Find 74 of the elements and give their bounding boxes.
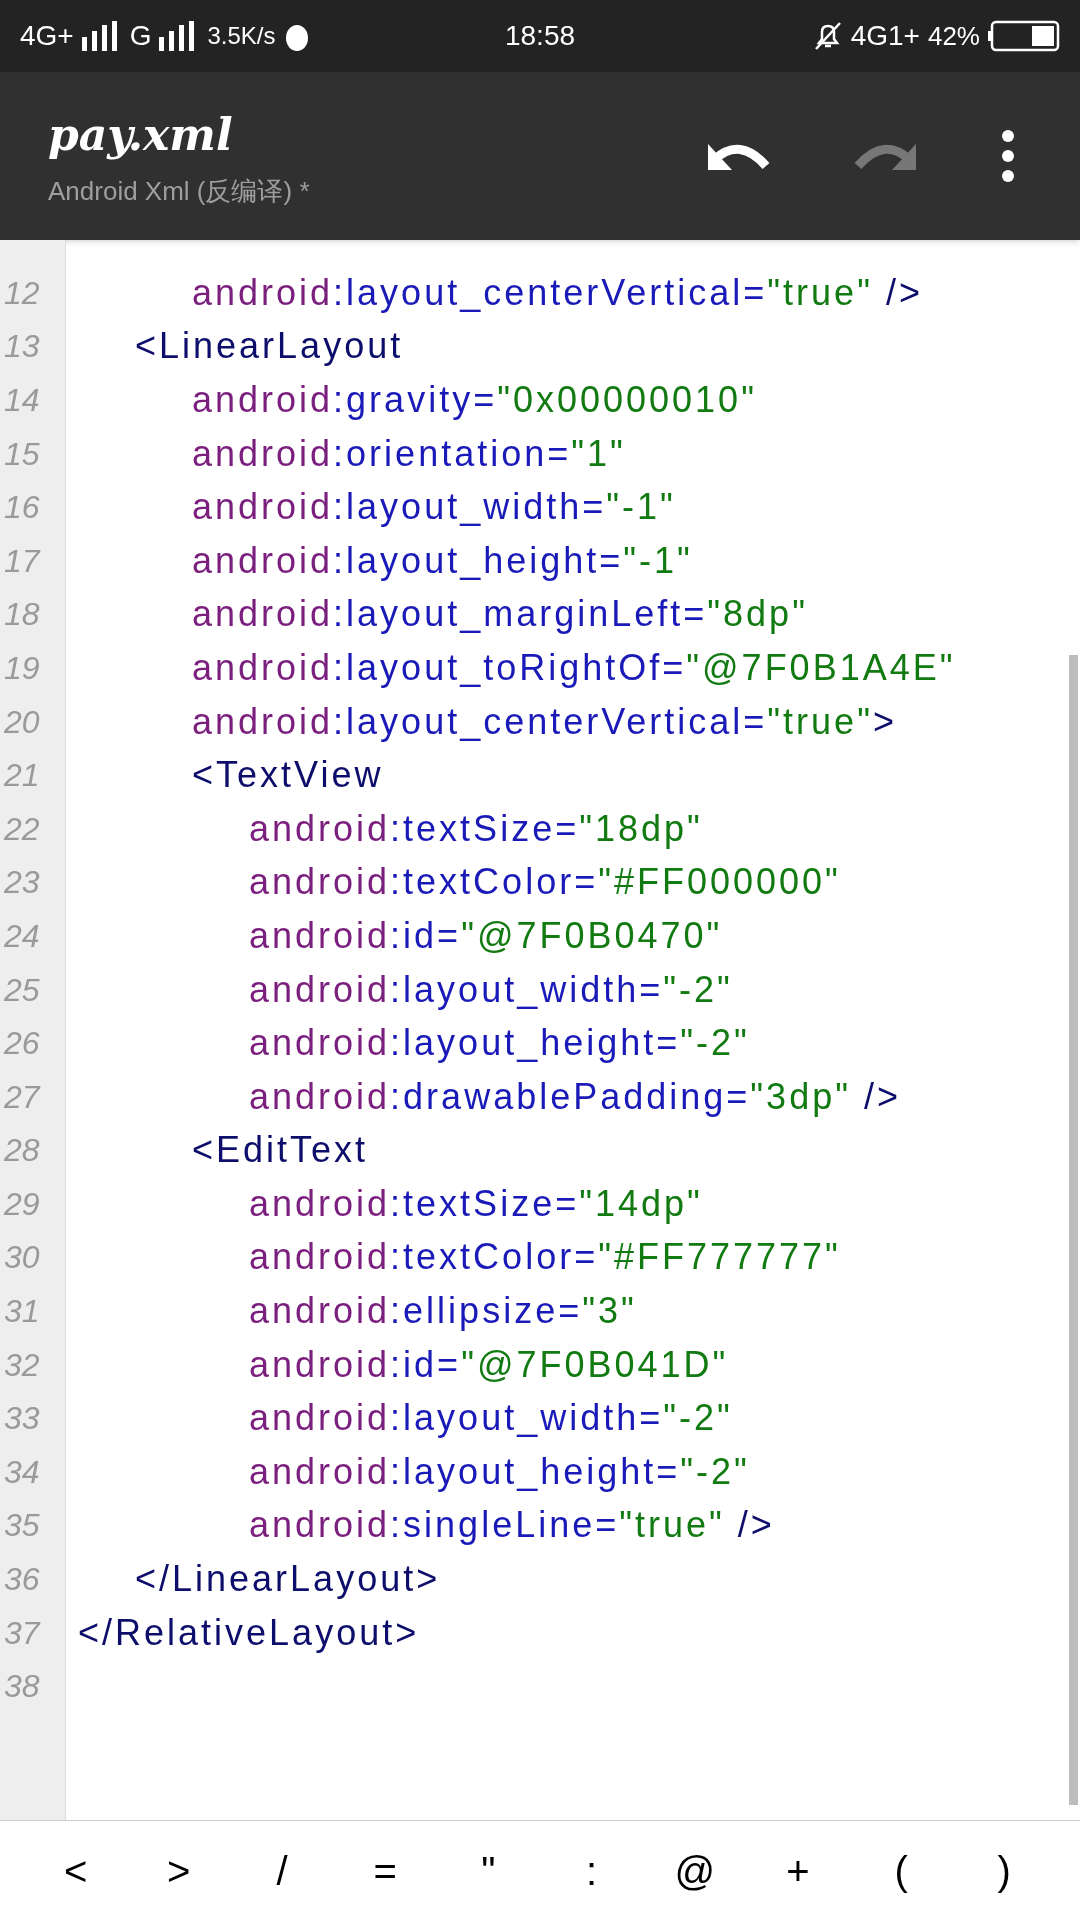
clock: 18:58	[504, 19, 576, 53]
code-line: android:orientation="1"	[192, 431, 626, 476]
network-label: G	[129, 19, 152, 53]
code-line: android:layout_centerVertical="true" />	[192, 270, 923, 315]
symbol-key[interactable]: @	[654, 1830, 735, 1911]
code-line: <EditText	[192, 1128, 369, 1173]
line-number: 17	[3, 541, 42, 581]
line-number: 15	[3, 434, 41, 474]
symbol-key[interactable]: >	[138, 1830, 219, 1911]
code-line: android:ellipsize="3"	[249, 1289, 637, 1334]
code-line: android:layout_width="-2"	[249, 967, 733, 1012]
symbol-key[interactable]: :	[551, 1830, 632, 1911]
line-number: 12	[3, 273, 41, 313]
code-line: android:id="@7F0B0470"	[249, 913, 723, 958]
line-number: 34	[3, 1452, 41, 1492]
symbol-key[interactable]: =	[345, 1830, 426, 1911]
line-number: 13	[3, 327, 41, 367]
scrollbar[interactable]	[1069, 655, 1078, 1805]
symbol-key[interactable]: <	[35, 1830, 116, 1911]
line-number: 28	[3, 1131, 41, 1171]
code-line: android:layout_height="-1"	[192, 538, 693, 583]
line-number: 24	[3, 916, 41, 956]
network-speed: 3.5K/s	[207, 21, 276, 51]
code-line: android:layout_marginLeft="8dp"	[192, 592, 808, 637]
battery-icon	[988, 20, 1060, 52]
code-line: android:id="@7F0B041D"	[249, 1342, 729, 1387]
code-line: <TextView	[192, 753, 384, 798]
line-number: 30	[3, 1238, 41, 1278]
line-number: 23	[3, 863, 41, 903]
code-line: android:layout_height="-2"	[249, 1449, 750, 1494]
line-number: 16	[3, 488, 41, 528]
code-line: android:layout_centerVertical="true">	[192, 699, 897, 744]
code-line: android:singleLine="true" />	[249, 1503, 775, 1548]
code-line: android:layout_width="-2"	[249, 1396, 733, 1441]
muted-bell-icon	[812, 21, 843, 51]
code-line: android:layout_toRightOf="@7F0B1A4E"	[192, 645, 956, 690]
line-number: 33	[3, 1399, 41, 1439]
network-label: 4G1+	[850, 19, 920, 53]
line-number: 25	[3, 970, 41, 1010]
battery-percentage: 42%	[927, 19, 980, 53]
file-title: pay.xml	[48, 107, 234, 162]
code-line: android:textColor="#FF000000"	[249, 860, 841, 905]
code-line: </RelativeLayout>	[78, 1610, 420, 1655]
symbol-key[interactable]: /	[241, 1830, 322, 1911]
line-number: 27	[3, 1077, 42, 1117]
code-line: android:layout_height="-2"	[249, 1021, 750, 1066]
line-number: 20	[3, 702, 41, 742]
line-number: 18	[3, 595, 41, 635]
code-line: android:gravity="0x00000010"	[192, 378, 757, 422]
symbol-key[interactable]: "	[448, 1830, 529, 1911]
symbol-key[interactable]: (	[861, 1830, 942, 1911]
line-number: 35	[3, 1506, 41, 1546]
line-number: 32	[3, 1345, 41, 1385]
line-number: 31	[3, 1292, 41, 1332]
symbol-key[interactable]: )	[964, 1830, 1045, 1911]
line-number: 38	[3, 1667, 41, 1707]
code-line: android:drawablePadding="3dp" />	[249, 1074, 901, 1119]
line-number: 36	[3, 1560, 41, 1600]
line-number: 21	[3, 756, 41, 796]
code-line: <LinearLayout	[135, 324, 404, 369]
symbol-key[interactable]: +	[757, 1830, 838, 1911]
file-type-subtitle: Android Xml (反编译) *	[48, 174, 311, 208]
line-number: 19	[3, 648, 41, 688]
line-number: 26	[3, 1024, 41, 1064]
code-line: android:textSize="14dp"	[249, 1181, 703, 1226]
code-line: android:textColor="#FF777777"	[249, 1235, 841, 1280]
network-label: 4G+	[20, 19, 74, 53]
code-line: android:textSize="18dp"	[249, 806, 703, 851]
line-number: 14	[3, 381, 41, 420]
code-line: </LinearLayout>	[135, 1557, 441, 1602]
code-line: android:layout_width="-1"	[192, 485, 676, 530]
line-number: 37	[3, 1613, 42, 1653]
line-number: 22	[3, 809, 41, 849]
line-number: 29	[3, 1184, 41, 1224]
